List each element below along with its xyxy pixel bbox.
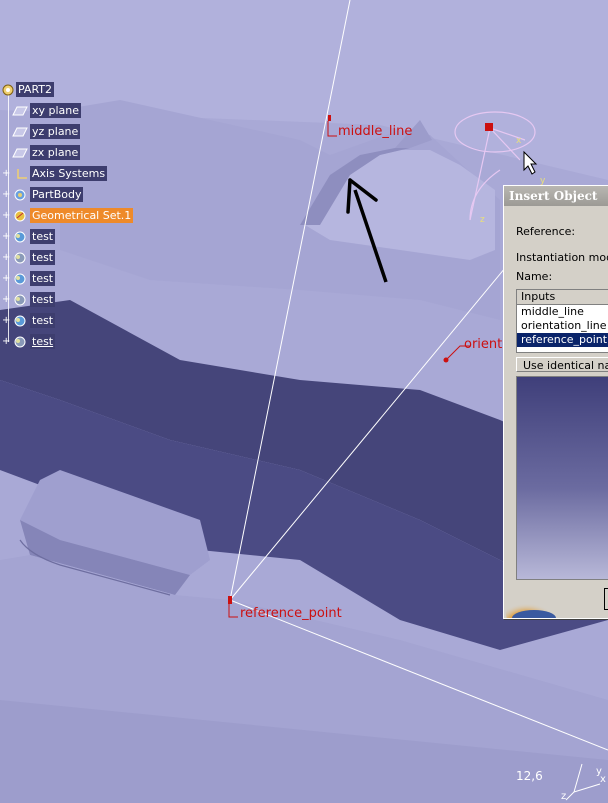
input-row-reference-point[interactable]: reference_point	[517, 333, 608, 347]
tree-node-label: PartBody	[30, 187, 84, 202]
expand-plus-icon[interactable]: +	[2, 295, 10, 305]
middle-line-label[interactable]: middle_line	[338, 124, 412, 139]
svg-text:z: z	[480, 215, 485, 225]
powercopy-icon	[14, 294, 26, 306]
dialog-title-bar[interactable]: Insert Object	[504, 186, 608, 206]
powercopy-icon	[14, 273, 26, 285]
name-label: Name:	[516, 270, 553, 283]
reference-point-label[interactable]: reference_point	[240, 606, 342, 621]
use-identical-name-button[interactable]: Use identical name	[516, 357, 608, 372]
tree-node-label: test	[30, 292, 56, 307]
tree-node-label: xy plane	[30, 103, 82, 118]
dialog-button[interactable]	[604, 588, 608, 610]
orientation-line-label[interactable]: orient	[464, 337, 502, 352]
tree-node-label: test	[30, 334, 56, 349]
inputs-list[interactable]: Inputs middle_line orientation_line refe…	[516, 289, 608, 353]
plane-icon	[12, 127, 28, 137]
expand-plus-icon[interactable]: +	[2, 337, 10, 347]
powercopy-icon	[14, 252, 26, 264]
tree-node-label: zx plane	[30, 145, 81, 160]
compass-z-label: z	[561, 791, 566, 802]
expand-plus-icon[interactable]: +	[2, 190, 10, 200]
powercopy-icon	[14, 315, 26, 327]
expand-plus-icon[interactable]: +	[2, 274, 10, 284]
tree-node-label: test	[30, 271, 56, 286]
expand-plus-icon[interactable]: +	[2, 316, 10, 326]
specification-tree: PART2 xy plane yz plane zx plane + Axis …	[0, 80, 134, 350]
insert-object-dialog: Insert Object Reference: Instantiation m…	[503, 185, 608, 619]
tree-node-label: test	[30, 250, 56, 265]
plane-icon	[12, 106, 28, 116]
tree-node-label: Geometrical Set.1	[30, 208, 134, 223]
axis-system-icon	[17, 169, 27, 179]
input-row-middle-line[interactable]: middle_line	[517, 305, 608, 319]
tree-node-label: Axis Systems	[30, 166, 108, 181]
preview-window	[516, 376, 608, 580]
inputs-column-header[interactable]: Inputs	[517, 290, 608, 305]
powercopy-icon	[14, 336, 26, 348]
part-gear-icon	[2, 84, 14, 96]
tree-node-label: PART2	[16, 82, 55, 97]
expand-plus-icon[interactable]: +	[2, 232, 10, 242]
expand-plus-icon[interactable]: +	[2, 253, 10, 263]
expand-plus-icon[interactable]: +	[2, 211, 10, 221]
zoom-readout: 12,6	[516, 769, 543, 783]
plane-icon	[12, 148, 28, 158]
instantiation-mode-label: Instantiation mode:	[516, 251, 608, 264]
compass-y-label: y	[596, 766, 602, 777]
geometrical-set-icon	[14, 210, 26, 222]
part-body-icon	[14, 189, 26, 201]
tree-node-label: yz plane	[30, 124, 81, 139]
tree-node-label: test	[30, 313, 56, 328]
catia-logo-icon	[506, 596, 558, 618]
axis-compass-icon[interactable]: x y z	[560, 752, 608, 802]
powercopy-icon	[14, 231, 26, 243]
svg-text:x: x	[516, 136, 522, 146]
input-row-orientation-line[interactable]: orientation_line	[517, 319, 608, 333]
tree-node-label: test	[30, 229, 56, 244]
expand-plus-icon[interactable]: +	[2, 169, 10, 179]
reference-label: Reference:	[516, 225, 576, 238]
